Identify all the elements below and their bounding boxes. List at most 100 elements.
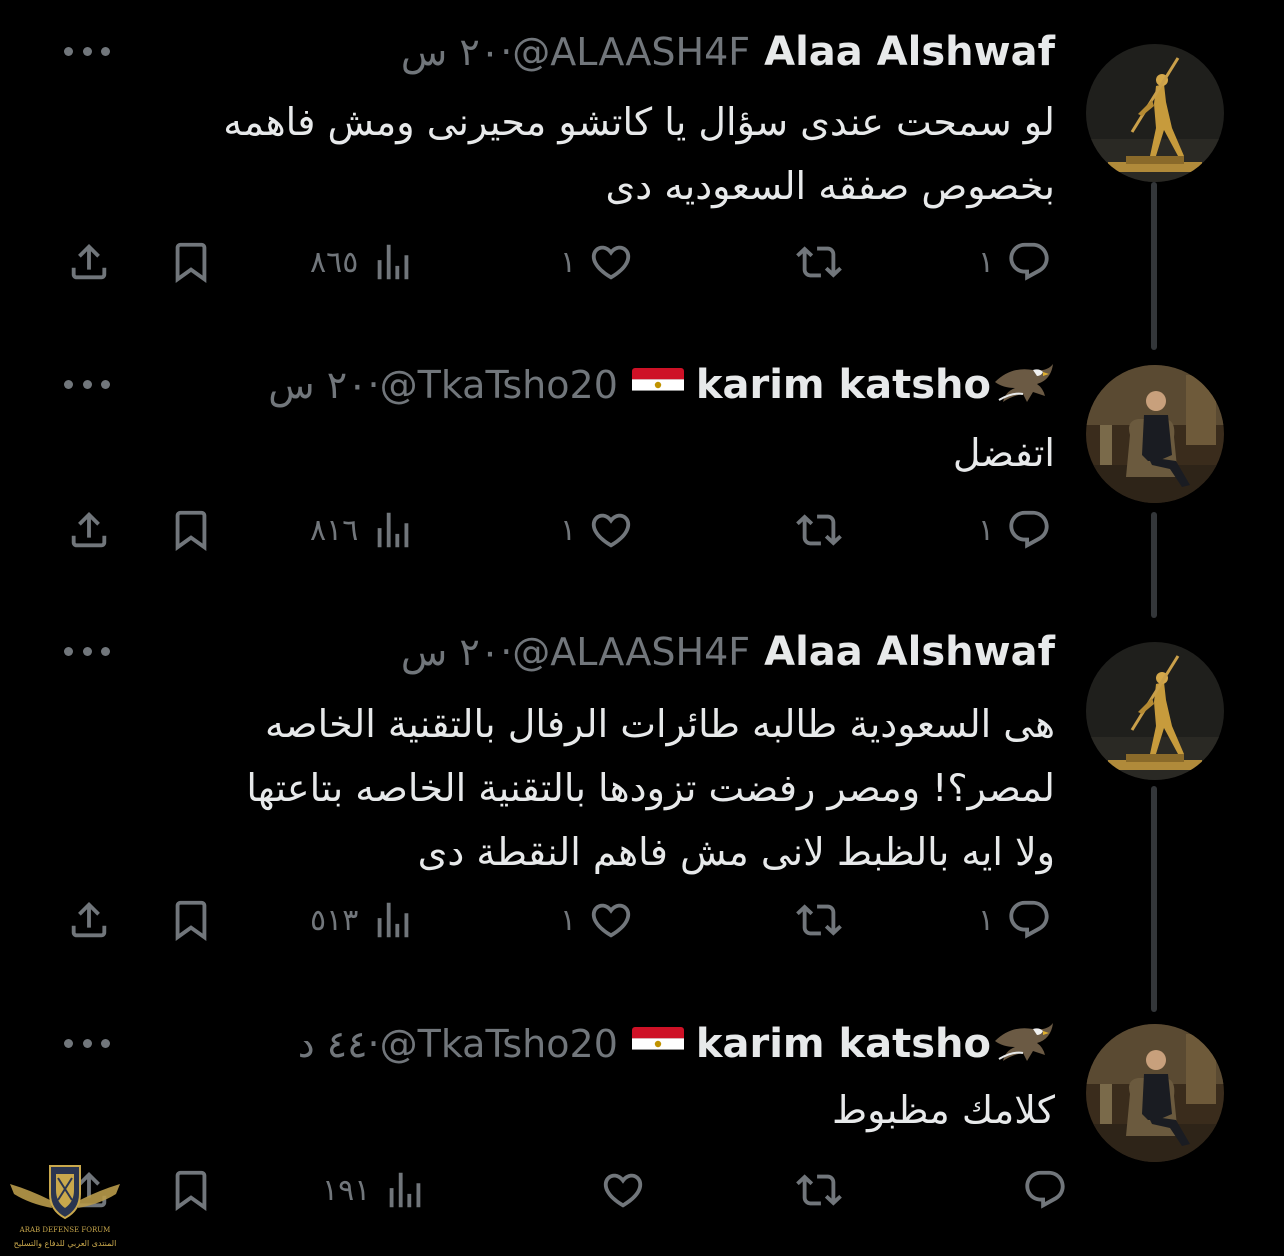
like-count: ١ [560, 512, 577, 548]
tweet[interactable]: karim katsho @TkaTsho20·٤٤ د كلامك مظبوط… [0, 1014, 1284, 1244]
tweet-header: Alaa Alshwaf @ALAASH4F·٢٠ س [401, 622, 1055, 682]
watermark-english-text: ARAB DEFENSE FORUM [19, 1226, 111, 1234]
repost-button[interactable] [796, 500, 842, 560]
tweet[interactable]: Alaa Alshwaf @ALAASH4F·٢٠ س لو سمحت عندى… [0, 22, 1284, 302]
heart-icon [591, 513, 631, 548]
timestamp: ٢٠ س [400, 630, 501, 674]
tweet-text-line: كلامك مظبوط [832, 1088, 1055, 1132]
author-name[interactable]: karim katsho [696, 362, 991, 408]
handle-and-time[interactable]: @TkaTsho20·٢٠ س [268, 363, 618, 407]
repost-icon [796, 904, 842, 936]
tweet[interactable]: Alaa Alshwaf @ALAASH4F·٢٠ س هى السعودية … [0, 622, 1284, 962]
reply-button[interactable] [1010, 1160, 1068, 1220]
author-name[interactable]: Alaa Alshwaf [764, 629, 1055, 675]
share-icon [71, 901, 107, 938]
share-icon [71, 511, 107, 548]
avatar[interactable] [1086, 365, 1224, 503]
tweet-text: لو سمحت عندى سؤال يا كاتشو محيرنى ومش فا… [95, 90, 1055, 218]
tweet-text: هى السعودية طالبه طائرات الرفال بالتقنية… [95, 692, 1055, 884]
handle-and-time[interactable]: @ALAASH4F·٢٠ س [401, 630, 750, 674]
separator-dot: · [367, 363, 380, 407]
like-button[interactable]: ١ [560, 500, 634, 560]
reply-button[interactable]: ١ [978, 500, 1052, 560]
more-icon[interactable] [64, 36, 110, 66]
repost-button[interactable] [796, 1160, 842, 1220]
reply-count: ١ [978, 902, 995, 938]
heart-icon [603, 1173, 643, 1208]
like-button[interactable] [588, 1160, 646, 1220]
like-count: ١ [560, 244, 577, 280]
share-button[interactable] [66, 890, 112, 950]
avatar[interactable] [1086, 1024, 1224, 1162]
bookmark-icon [175, 900, 207, 941]
bookmark-button[interactable] [168, 500, 214, 560]
repost-button[interactable] [796, 232, 842, 292]
reply-icon [1009, 510, 1049, 549]
share-button[interactable] [66, 500, 112, 560]
views-icon [378, 512, 409, 548]
reply-icon [1009, 900, 1049, 939]
tweet-text-line: لمصر؟! ومصر رفضت تزودها بالتقنية الخاصه … [246, 766, 1055, 810]
eagle-emoji-icon [995, 1023, 1053, 1061]
author-handle: @ALAASH4F [512, 30, 751, 74]
avatar-image [1086, 365, 1224, 503]
share-button[interactable] [66, 232, 112, 292]
views-count: ٥١٣ [310, 902, 359, 938]
bookmark-icon [175, 1170, 207, 1211]
reply-icon [1009, 242, 1049, 281]
repost-icon [796, 246, 842, 278]
views-button[interactable]: ٥١٣ [310, 890, 416, 950]
share-icon [71, 243, 107, 280]
reply-count: ١ [978, 244, 995, 280]
author-name[interactable]: Alaa Alshwaf [764, 29, 1055, 75]
tweet-header: karim katsho @TkaTsho20·٤٤ د [298, 1014, 1055, 1074]
handle-and-time[interactable]: @ALAASH4F·٢٠ س [401, 30, 750, 74]
bookmark-button[interactable] [168, 1160, 214, 1220]
author-handle: @TkaTsho20 [379, 363, 618, 407]
arab-defense-forum-logo-icon: ARAB DEFENSE FORUM المنتدى العربي للدفاع… [10, 1165, 120, 1248]
separator-dot: · [500, 630, 513, 674]
more-icon[interactable] [64, 369, 110, 399]
views-count: ٨٦٥ [310, 244, 359, 280]
timestamp: ٢٠ س [400, 30, 501, 74]
like-button[interactable]: ١ [560, 232, 634, 292]
reply-button[interactable]: ١ [978, 232, 1052, 292]
handle-and-time[interactable]: @TkaTsho20·٤٤ د [298, 1022, 618, 1066]
reply-count: ١ [978, 512, 995, 548]
author-handle: @ALAASH4F [512, 630, 751, 674]
separator-dot: · [367, 1022, 380, 1066]
bookmark-icon [175, 510, 207, 551]
like-count: ١ [560, 902, 577, 938]
bookmark-button[interactable] [168, 890, 214, 950]
separator-dot: · [500, 30, 513, 74]
heart-icon [591, 903, 631, 938]
like-button[interactable]: ١ [560, 890, 634, 950]
tweet-text-line: اتفضل [952, 431, 1055, 475]
tweet-text: اتفضل [95, 421, 1055, 485]
tweet-text-line: ولا ايه بالظبط لانى مش فاهم النقطة دى [417, 830, 1055, 874]
views-count: ١٩١ [322, 1172, 371, 1208]
views-icon [378, 244, 409, 280]
more-icon[interactable] [64, 636, 110, 666]
tweet-text: كلامك مظبوط [95, 1078, 1055, 1142]
watermark-arabic-text: المنتدى العربي للدفاع والتسليح [14, 1239, 117, 1248]
avatar-image [1086, 642, 1224, 780]
author-name[interactable]: karim katsho [696, 1021, 991, 1067]
bookmark-button[interactable] [168, 232, 214, 292]
tweet[interactable]: karim katsho @TkaTsho20·٢٠ س اتفضل ١ ١ ٨… [0, 355, 1284, 565]
action-bar: ١ ١ ٨١٦ [0, 500, 1284, 560]
action-bar: ١ ١ ٥١٣ [0, 890, 1284, 950]
avatar[interactable] [1086, 44, 1224, 182]
reply-button[interactable]: ١ [978, 890, 1052, 950]
timestamp: ٤٤ د [297, 1022, 368, 1066]
bookmark-icon [175, 242, 207, 283]
views-button[interactable]: ٨٦٥ [310, 232, 416, 292]
more-icon[interactable] [64, 1028, 110, 1058]
repost-button[interactable] [796, 890, 842, 950]
views-button[interactable]: ١٩١ [322, 1160, 428, 1220]
avatar[interactable] [1086, 642, 1224, 780]
avatar-image [1086, 44, 1224, 182]
views-button[interactable]: ٨١٦ [310, 500, 416, 560]
tweet-text-line: بخصوص صفقه السعوديه دى [605, 164, 1056, 208]
author-handle: @TkaTsho20 [379, 1022, 618, 1066]
